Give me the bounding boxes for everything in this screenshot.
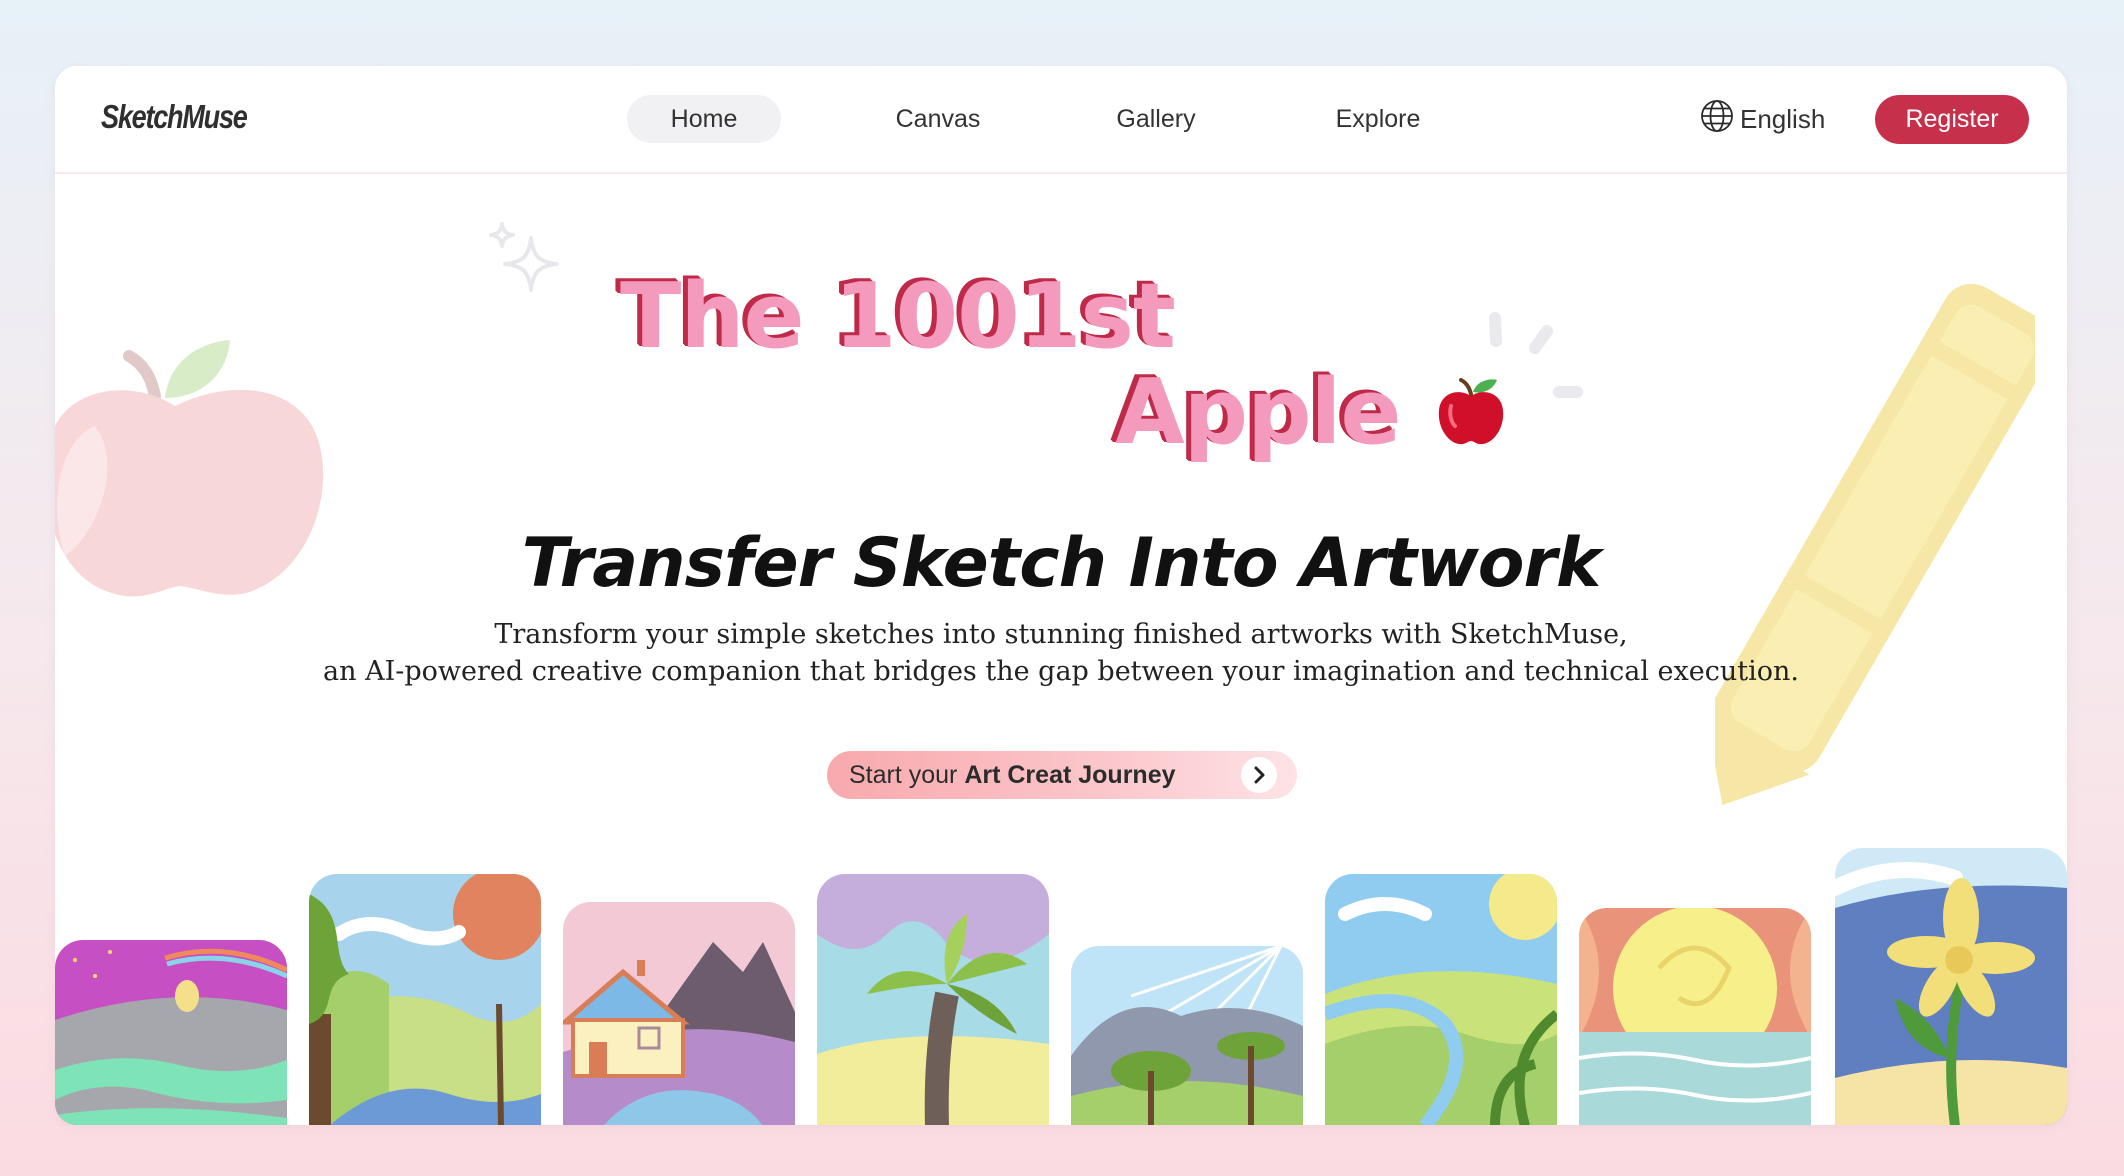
hero-title-line2: Apple — [1115, 360, 1401, 465]
gallery-thumb-7[interactable] — [1579, 908, 1811, 1125]
hero-description-line1: Transform your simple sketches into stun… — [494, 619, 1628, 650]
cta-strong: Art Creat Journey — [964, 761, 1176, 789]
language-label: English — [1740, 103, 1826, 134]
gallery-thumb-4[interactable] — [817, 874, 1049, 1125]
hero-description-line2: an AI-powered creative companion that br… — [323, 656, 1799, 687]
nav-home[interactable]: Home — [627, 95, 781, 143]
nav-gallery[interactable]: Gallery — [1079, 95, 1233, 143]
gallery-thumb-3[interactable] — [563, 902, 795, 1125]
red-apple-icon — [1435, 374, 1507, 451]
gallery-thumb-6[interactable] — [1325, 874, 1557, 1125]
start-journey-button[interactable]: Start your Art Creat Journey — [827, 751, 1297, 799]
globe-icon — [1700, 99, 1740, 140]
chevron-right-icon — [1241, 757, 1277, 793]
top-navbar: SketchMuse Home Canvas Gallery Explore E… — [55, 66, 2067, 174]
hero-title-line1: The 1001st — [620, 264, 1176, 369]
cta-prefix: Start your — [849, 761, 965, 789]
gallery-thumb-8[interactable] — [1835, 848, 2067, 1125]
gallery-thumb-2[interactable] — [309, 874, 541, 1125]
main-card: SketchMuse Home Canvas Gallery Explore E… — [55, 66, 2067, 1125]
nav-canvas[interactable]: Canvas — [861, 95, 1015, 143]
logo[interactable]: SketchMuse — [101, 98, 248, 136]
sparkle-icon — [485, 220, 575, 315]
hero-subtitle: Transfer Sketch Into Artwork — [521, 524, 1602, 603]
nav-explore[interactable]: Explore — [1301, 95, 1455, 143]
gallery-thumb-5[interactable] — [1071, 946, 1303, 1125]
register-button[interactable]: Register — [1875, 95, 2029, 144]
gallery-thumb-1[interactable] — [55, 940, 287, 1125]
language-selector[interactable]: English — [1700, 98, 1825, 140]
cta-label: Start your Art Creat Journey — [849, 751, 1176, 799]
